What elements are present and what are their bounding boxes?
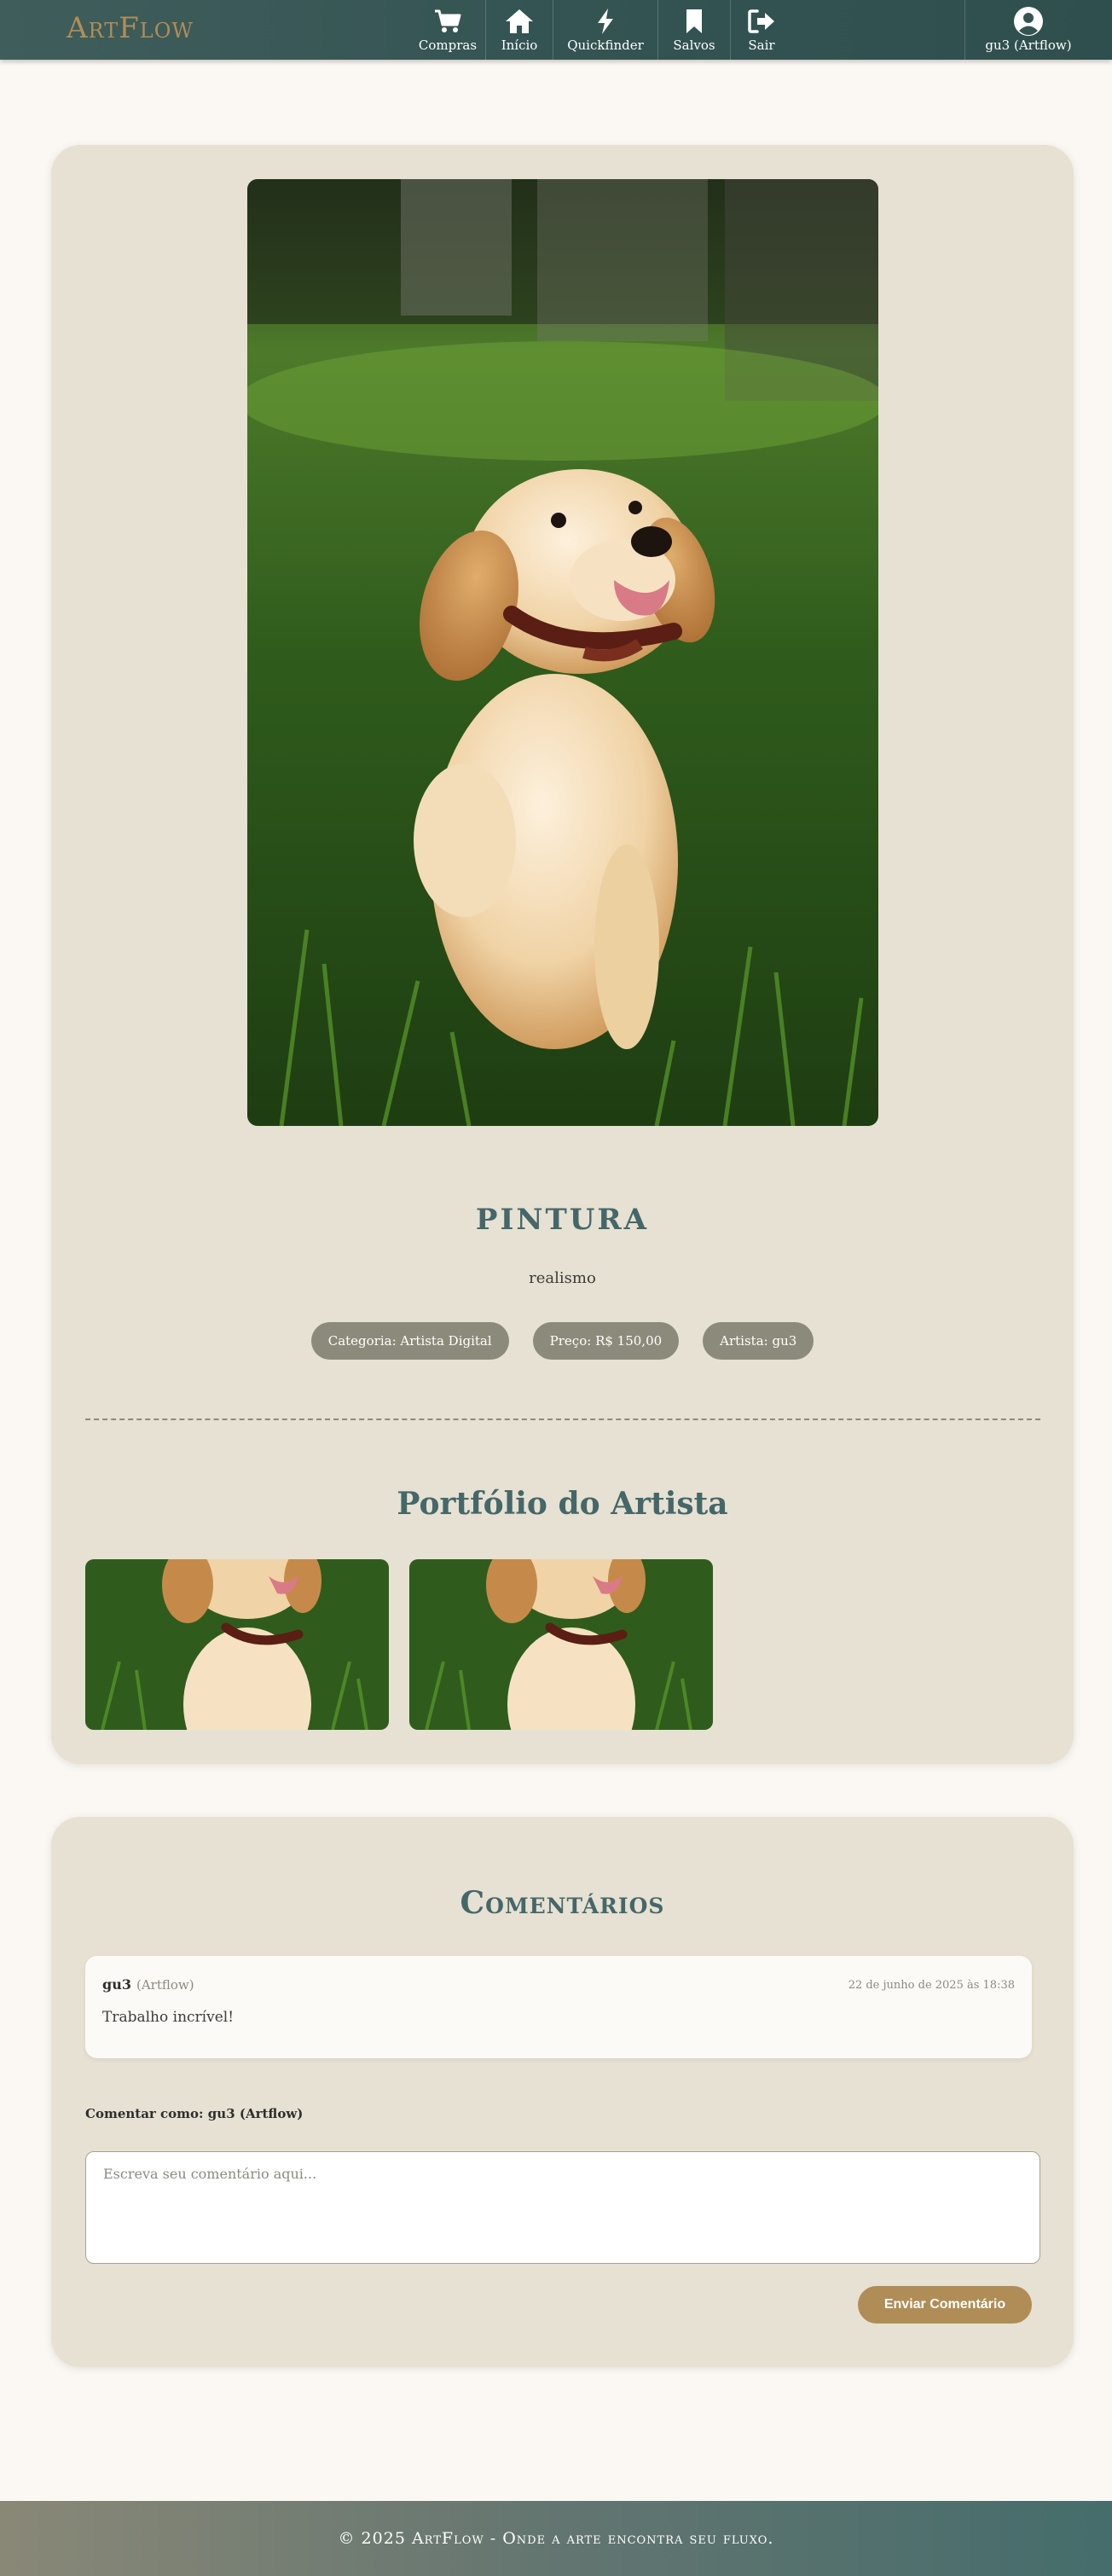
nav-compras-label: Compras	[418, 38, 478, 53]
artwork-badges: Categoria: Artista Digital Preço: R$ 150…	[51, 1322, 1074, 1360]
category-badge: Categoria: Artista Digital	[310, 1322, 509, 1360]
nav-salvos-label: Salvos	[673, 38, 715, 53]
artwork-card: PINTURA realismo Categoria: Artista Digi…	[51, 145, 1074, 1764]
comment-as-label: Comentar como: gu3 (Artflow)	[85, 2106, 304, 2121]
portfolio-thumbnail[interactable]	[409, 1559, 713, 1730]
artwork-description: realismo	[529, 1269, 596, 1287]
footer: © 2025 ArtFlow - Onde a arte encontra se…	[0, 2501, 1112, 2576]
artist-badge[interactable]: Artista: gu3	[703, 1322, 814, 1360]
comment-input[interactable]	[85, 2151, 1040, 2264]
nav-inicio-label: Início	[501, 38, 538, 53]
home-icon	[504, 7, 535, 36]
price-badge: Preço: R$ 150,00	[532, 1322, 680, 1360]
comment-author-org: (Artflow)	[136, 1977, 194, 1993]
footer-text: © 2025 ArtFlow - Onde a arte encontra se…	[338, 2529, 774, 2548]
logout-icon	[747, 7, 776, 36]
comment-author: gu3	[102, 1976, 131, 1993]
section-divider	[85, 1419, 1040, 1420]
nav-quickfinder-label: Quickfinder	[567, 38, 644, 53]
nav-salvos[interactable]: Salvos	[658, 0, 730, 60]
comment-item: gu3 (Artflow) 22 de junho de 2025 às 18:…	[85, 1956, 1032, 2058]
user-menu-label: gu3 (Artflow)	[985, 38, 1072, 53]
nav-inicio[interactable]: Início	[486, 0, 553, 60]
logo[interactable]: ArtFlow	[67, 11, 194, 45]
comments-card: Comentários gu3 (Artflow) 22 de junho de…	[51, 1817, 1074, 2367]
top-navbar: ArtFlow Compras Início Quickfinder Salvo…	[0, 0, 1112, 60]
comments-title: Comentários	[460, 1885, 665, 1921]
nav-sair-label: Sair	[748, 38, 775, 53]
bookmark-icon	[685, 7, 704, 36]
portfolio-thumbnail[interactable]	[85, 1559, 389, 1730]
bolt-icon	[595, 7, 616, 36]
user-menu[interactable]: gu3 (Artflow)	[965, 0, 1092, 60]
nav-quickfinder[interactable]: Quickfinder	[553, 0, 657, 60]
cart-icon	[433, 7, 462, 36]
comment-text: Trabalho incrível!	[102, 2009, 235, 2026]
user-circle-icon	[1013, 7, 1044, 36]
artwork-image[interactable]	[247, 179, 878, 1126]
artwork-title: PINTURA	[475, 1203, 650, 1237]
comment-date: 22 de junho de 2025 às 18:38	[848, 1979, 1015, 1992]
portfolio-title: Portfólio do Artista	[397, 1486, 728, 1522]
nav-sair[interactable]: Sair	[731, 0, 792, 60]
send-comment-button[interactable]: Enviar Comentário	[858, 2286, 1032, 2324]
nav-compras[interactable]: Compras	[409, 0, 486, 60]
